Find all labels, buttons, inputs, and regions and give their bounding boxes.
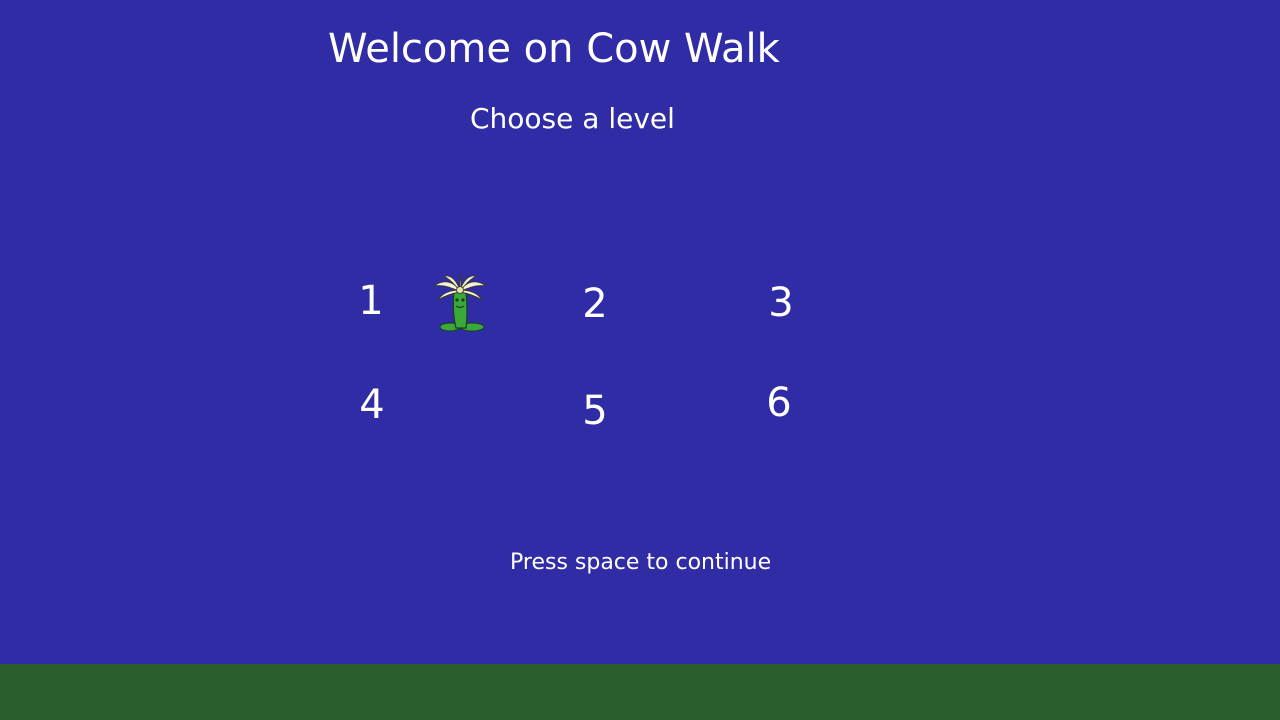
- level-option-1[interactable]: 1: [346, 279, 396, 323]
- level-select-heading: Choose a level: [470, 102, 675, 135]
- level-option-3[interactable]: 3: [756, 281, 806, 325]
- level-option-4[interactable]: 4: [347, 383, 397, 427]
- continue-prompt: Press space to continue: [510, 550, 772, 575]
- level-option-2[interactable]: 2: [570, 282, 620, 326]
- flower-icon: [433, 273, 487, 332]
- level-option-6[interactable]: 6: [754, 381, 804, 425]
- ground-strip: [0, 664, 1280, 720]
- game-title: Welcome on Cow Walk: [328, 26, 780, 72]
- level-option-5[interactable]: 5: [570, 389, 620, 433]
